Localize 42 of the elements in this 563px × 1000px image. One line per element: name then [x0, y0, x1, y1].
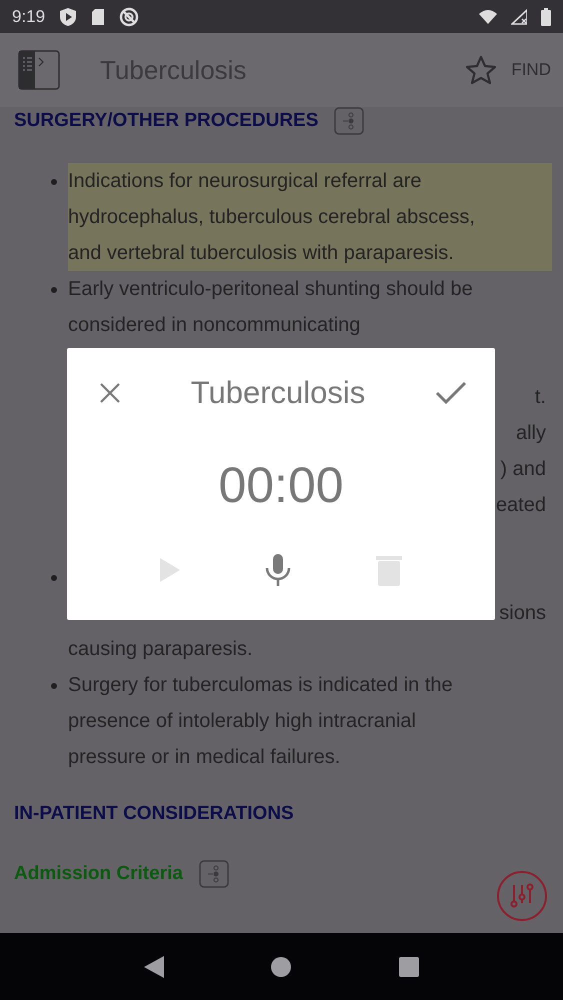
check-icon[interactable] — [435, 381, 467, 405]
body-text: ally — [516, 422, 546, 444]
dialog-title: Tuberculosis — [190, 375, 366, 411]
signal-icon — [511, 8, 527, 24]
battery-icon — [541, 8, 551, 26]
body-text: ) and — [500, 458, 546, 480]
sd-card-icon — [91, 8, 106, 26]
body-text: Indications for neurosurgical referral are — [68, 170, 422, 192]
filter-button[interactable] — [497, 871, 547, 921]
microphone-icon[interactable] — [264, 554, 291, 586]
back-icon[interactable] — [144, 956, 164, 978]
shield-play-icon — [59, 6, 78, 26]
close-icon[interactable] — [99, 382, 121, 404]
body-text: sions — [499, 602, 546, 624]
bullet-icon — [51, 179, 57, 185]
no-sync-icon — [119, 6, 140, 26]
section-heading: IN-PATIENT CONSIDERATIONS — [14, 803, 294, 825]
flowchart-icon[interactable] — [334, 107, 364, 135]
body-text: considered in noncommunicating — [68, 314, 360, 336]
body-text: presence of intolerably high intracranial — [68, 710, 416, 732]
body-text: hydrocephalus, tuberculous cerebral abscess, — [68, 206, 475, 228]
body-text: causing paraparesis. — [68, 638, 253, 660]
section-heading: Admission Criteria — [14, 863, 183, 885]
flowchart-icon[interactable] — [198, 860, 229, 888]
home-icon[interactable] — [271, 956, 292, 976]
wifi-icon — [479, 8, 497, 24]
timer-display: 00:00 — [217, 456, 345, 514]
body-text: t. — [534, 386, 546, 408]
bullet-icon — [51, 575, 57, 581]
sidebar-toggle-icon[interactable] — [18, 50, 60, 90]
star-icon[interactable] — [465, 55, 498, 85]
body-text: pressure or in medical failures. — [68, 746, 340, 768]
recents-icon[interactable] — [399, 956, 420, 976]
body-text: Early ventriculo-peritoneal shunting should be — [68, 278, 473, 300]
body-text: Surgery for tuberculomas is indicated in the — [68, 674, 453, 696]
body-text: and vertebral tuberculosis with paraparesis. — [68, 242, 454, 264]
section-heading: SURGERY/OTHER PROCEDURES — [14, 110, 318, 132]
find-button[interactable]: FIND — [511, 60, 551, 80]
bullet-icon — [51, 287, 57, 293]
body-text: eated — [496, 494, 546, 516]
status-time: 9:19 — [12, 6, 46, 26]
bullet-icon — [51, 683, 57, 689]
